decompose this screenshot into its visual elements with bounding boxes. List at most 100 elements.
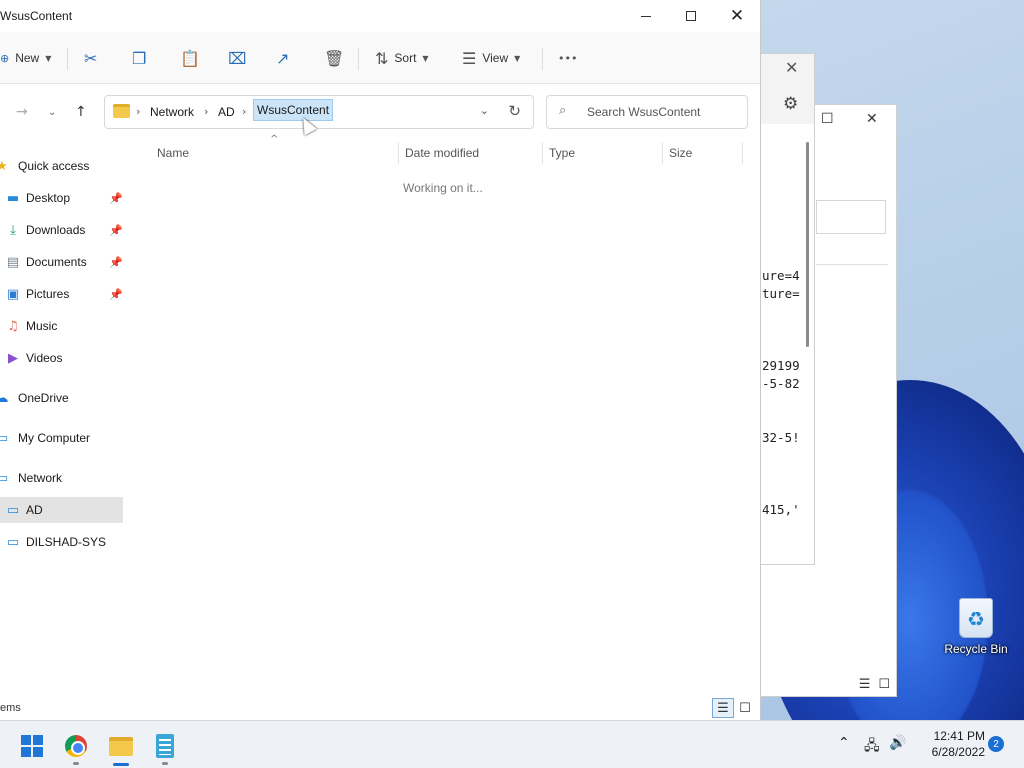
details-view-button[interactable]: ☰ [712, 698, 734, 718]
text-line: ture= [762, 286, 800, 301]
sidebar-item-dilshad-sys[interactable]: ▭ DILSHAD-SYS [0, 529, 123, 555]
pin-icon[interactable]: 📌 [109, 224, 123, 237]
file-explorer-window[interactable]: WsusContent ✕ ⊕ New ▼ ✂ ❐ 📋 ⌧ ↗ 🗑 ⇅ Sort… [0, 0, 761, 720]
column-divider[interactable] [742, 142, 743, 164]
background-input-field[interactable] [816, 200, 886, 234]
rename-button[interactable]: ⌧ [228, 46, 246, 70]
pin-icon[interactable]: 📌 [109, 256, 123, 269]
chevron-right-icon[interactable]: › [136, 105, 140, 118]
chevron-down-icon: ▼ [422, 53, 429, 63]
plus-icon: ⊕ [0, 51, 10, 65]
close-icon: ✕ [729, 6, 745, 26]
maximize-icon[interactable]: ☐ [821, 111, 834, 127]
background-window-primary[interactable]: ✕ ⚙ ure=4 ture= 29199 -5-82 32-5! 415,' [760, 53, 815, 565]
address-bar[interactable]: › Network › AD › WsusContent ⌄ ↻ [104, 95, 534, 129]
trash-icon: 🗑 [324, 48, 345, 68]
taskbar-notepad[interactable] [145, 729, 185, 765]
tiles-view-icon[interactable]: ☐ [878, 677, 890, 692]
column-date-modified[interactable]: Date modified [405, 146, 479, 160]
column-header: ^ Name Date modified Type Size [150, 134, 744, 166]
more-icon: ••• [558, 51, 578, 65]
minimize-button[interactable] [623, 0, 669, 32]
close-button[interactable]: ✕ [714, 0, 760, 32]
refresh-icon[interactable]: ↻ [508, 102, 521, 120]
clock[interactable]: 12:41 PM 6/28/2022 [915, 728, 985, 760]
sidebar-item-onedrive[interactable]: ☁ OneDrive [0, 385, 123, 411]
search-box[interactable]: ⌕ Search WsusContent [546, 95, 748, 129]
column-name[interactable]: Name [157, 146, 189, 160]
breadcrumb-wsuscontent[interactable]: WsusContent [253, 99, 334, 121]
copy-button[interactable]: ❐ [132, 46, 146, 70]
breadcrumb-ad[interactable]: AD [218, 105, 235, 119]
volume-icon[interactable]: 🔊 [889, 735, 906, 751]
breadcrumb-network[interactable]: Network [150, 105, 194, 119]
sidebar-item-label: Videos [26, 351, 63, 365]
pin-icon[interactable]: 📌 [109, 288, 123, 301]
sidebar-item-downloads[interactable]: ⤓ Downloads 📌 [0, 217, 123, 243]
sidebar-item-label: Desktop [26, 191, 71, 205]
sidebar-item-quick-access[interactable]: ★ Quick access [0, 153, 123, 179]
notification-badge[interactable]: 2 [988, 736, 1004, 752]
maximize-button[interactable] [668, 0, 714, 32]
column-divider[interactable] [398, 142, 399, 164]
network-status-icon[interactable]: 🖧 [864, 735, 880, 759]
taskbar-file-explorer[interactable] [101, 729, 141, 766]
sidebar-item-label: Documents [26, 255, 87, 269]
close-icon[interactable]: ✕ [866, 111, 878, 127]
more-options-button[interactable]: ••• [558, 46, 577, 70]
sidebar-item-documents[interactable]: ▤ Documents 📌 [0, 249, 123, 275]
sidebar-item-pictures[interactable]: ▣ Pictures 📌 [0, 281, 123, 307]
sidebar-item-videos[interactable]: ▶ Videos [0, 345, 123, 371]
column-divider[interactable] [662, 142, 663, 164]
close-icon[interactable]: ✕ [785, 58, 798, 77]
recent-locations-button[interactable]: ⌄ [48, 107, 56, 118]
up-button[interactable]: ↑ [75, 104, 87, 120]
clock-date: 6/28/2022 [931, 745, 985, 759]
computer-icon: ▭ [6, 502, 20, 518]
active-indicator [113, 763, 129, 766]
tiles-view-button[interactable]: ☐ [734, 698, 756, 718]
gear-icon[interactable]: ⚙ [783, 94, 798, 114]
taskbar: ⌃ 🖧 🔊 12:41 PM 6/28/2022 2 [0, 720, 1024, 768]
view-button[interactable]: ☰ View ▼ [462, 46, 520, 70]
divider [816, 264, 888, 265]
sidebar-item-label: Downloads [26, 223, 86, 237]
sidebar-item-ad[interactable]: ▭ AD [0, 497, 123, 523]
delete-button[interactable]: 🗑 [324, 46, 344, 70]
sidebar-item-my-computer[interactable]: ▭ My Computer [0, 425, 123, 451]
chevron-up-icon[interactable]: ⌃ [838, 735, 850, 751]
sidebar-item-label: DILSHAD-SYS [26, 535, 107, 549]
running-indicator [162, 762, 168, 765]
title-bar[interactable]: WsusContent ✕ [0, 0, 760, 32]
share-button[interactable]: ↗ [276, 46, 289, 70]
new-button[interactable]: ⊕ New ▼ [0, 46, 51, 70]
sidebar-item-desktop[interactable]: ▬ Desktop 📌 [0, 185, 123, 211]
paste-button[interactable]: 📋 [180, 46, 200, 70]
maximize-icon [686, 11, 696, 21]
column-size[interactable]: Size [669, 146, 692, 160]
recycle-bin[interactable]: ♻ Recycle Bin [940, 598, 1012, 656]
sidebar-item-music[interactable]: ♫ Music [0, 313, 123, 339]
chevron-right-icon[interactable]: › [204, 105, 208, 118]
chevron-right-icon[interactable]: › [242, 105, 246, 118]
chevron-down-icon[interactable]: ⌄ [480, 104, 489, 117]
scrollbar[interactable] [806, 142, 809, 347]
taskbar-chrome[interactable] [56, 729, 96, 765]
forward-button[interactable]: → [16, 104, 28, 120]
folder-icon [113, 104, 130, 118]
start-button[interactable] [12, 729, 52, 763]
text-line: -5-82 [762, 376, 800, 391]
computer-icon: ▭ [6, 534, 20, 550]
cut-button[interactable]: ✂ [84, 46, 97, 70]
sidebar-item-network[interactable]: ▭ Network [0, 465, 123, 491]
divider [358, 48, 359, 70]
details-view-icon[interactable]: ☰ [859, 677, 871, 692]
search-icon: ⌕ [559, 103, 567, 118]
column-type[interactable]: Type [549, 146, 575, 160]
rename-icon: ⌧ [228, 48, 247, 68]
pin-icon[interactable]: 📌 [109, 192, 123, 205]
folder-icon [109, 736, 133, 756]
column-divider[interactable] [542, 142, 543, 164]
chevron-down-icon: ▼ [45, 53, 52, 63]
sort-button[interactable]: ⇅ Sort ▼ [375, 46, 429, 70]
